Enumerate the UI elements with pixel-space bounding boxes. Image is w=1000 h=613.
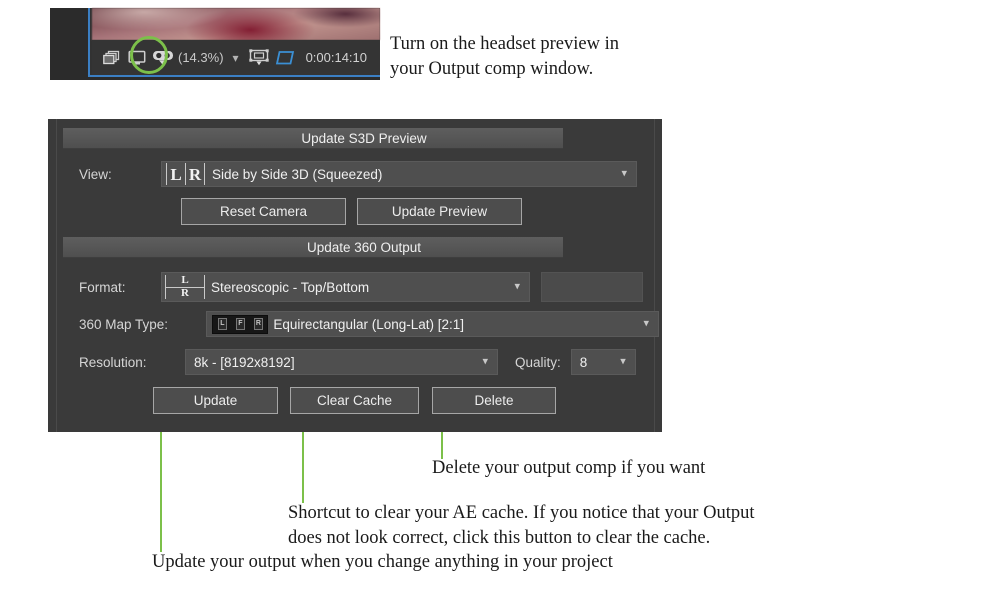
map-icon-cell: F (235, 318, 245, 330)
comp-viewer-toolbar: (14.3%) ▾ 0:00:14:10 (92, 40, 380, 75)
comp-viewer-frame: (14.3%) ▾ 0:00:14:10 (88, 8, 380, 77)
quality-label: Quality: (515, 354, 561, 370)
update-button-label: Update (193, 393, 238, 408)
equirectangular-map-icon: L F R (212, 314, 269, 334)
format-extra-field[interactable] (541, 272, 643, 302)
zoom-level-label: (14.3%) (178, 50, 224, 65)
map-type-row: 360 Map Type: L F R Equirectangular (Lon… (79, 311, 659, 337)
format-dropdown[interactable]: L R Stereoscopic - Top/Bottom ▾ (161, 272, 530, 302)
section-header-s3d: Update S3D Preview (63, 128, 563, 149)
map-type-label: 360 Map Type: (79, 316, 169, 332)
resolution-dropdown-value: 8k - [8192x8192] (194, 354, 295, 370)
delete-button-label: Delete (474, 393, 514, 408)
lr-icon-left-letter: L (170, 164, 182, 184)
headset-preview-icon[interactable] (150, 45, 176, 71)
clear-cache-button-label: Clear Cache (316, 393, 393, 408)
annotation-delete: Delete your output comp if you want (432, 458, 706, 478)
chevron-down-icon: ▾ (643, 317, 649, 330)
view-dropdown[interactable]: L R Side by Side 3D (Squeezed) ▾ (161, 161, 637, 187)
side-by-side-lr-icon: L R (163, 162, 208, 186)
section-header-360-label: Update 360 Output (306, 240, 422, 255)
annotation-update: Update your output when you change anyth… (152, 552, 613, 572)
section-header-s3d-label: Update S3D Preview (301, 131, 427, 146)
resolution-dropdown[interactable]: 8k - [8192x8192] ▾ (185, 349, 498, 375)
update-s3d-preview-panel: Update S3D Preview View: L R Side by Sid… (48, 119, 662, 432)
quality-dropdown[interactable]: 8 ▾ (570, 349, 636, 375)
view-row: View: L R Side by Side 3D (Squeezed) ▾ (79, 161, 659, 187)
map-type-dropdown[interactable]: L F R Equirectangular (Long-Lat) [2:1] ▾ (206, 311, 659, 337)
format-label: Format: (79, 279, 126, 295)
map-icon-cell: L (217, 318, 227, 330)
view-dropdown-value: Side by Side 3D (Squeezed) (212, 166, 383, 182)
snapshot-icon[interactable] (98, 45, 124, 71)
resolution-label: Resolution: (79, 354, 147, 370)
transparency-grid-icon[interactable] (272, 45, 298, 71)
format-dropdown-value: Stereoscopic - Top/Bottom (211, 279, 370, 295)
callout-line-update (160, 411, 162, 552)
timecode-label: 0:00:14:10 (305, 50, 368, 65)
chevron-down-icon: ▾ (482, 355, 488, 368)
map-type-dropdown-value: Equirectangular (Long-Lat) [2:1] (273, 316, 465, 332)
view-label: View: (79, 166, 112, 182)
reset-camera-button[interactable]: Reset Camera (181, 198, 346, 225)
chevron-down-icon: ▾ (514, 280, 520, 293)
quality-dropdown-value: 8 (579, 354, 588, 370)
lr-stack-bottom-letter: R (181, 287, 189, 299)
update-button[interactable]: Update (153, 387, 278, 414)
lr-icon-right-letter: R (188, 164, 202, 184)
map-icon-cell: R (253, 318, 263, 330)
region-of-interest-icon[interactable] (246, 45, 272, 71)
annotation-clear-cache: Shortcut to clear your AE cache. If you … (288, 503, 755, 548)
lr-stack-top-letter: L (181, 274, 189, 286)
reset-camera-label: Reset Camera (219, 204, 308, 219)
top-bottom-lr-icon: L R (162, 274, 208, 300)
chevron-down-icon: ▾ (620, 355, 626, 368)
chevron-down-icon[interactable]: ▾ (233, 52, 239, 64)
annotation-headset-preview: Turn on the headset preview in your Outp… (390, 34, 619, 79)
chevron-down-icon: ▾ (621, 167, 627, 180)
panel-inner: Update S3D Preview View: L R Side by Sid… (56, 119, 659, 432)
update-preview-label: Update Preview (391, 204, 488, 219)
delete-button[interactable]: Delete (432, 387, 556, 414)
monitor-icon[interactable] (124, 45, 150, 71)
section-header-360: Update 360 Output (63, 237, 563, 258)
format-row: Format: L R Stereoscopic - Top/Bottom ▾ (79, 272, 659, 302)
clear-cache-button[interactable]: Clear Cache (290, 387, 419, 414)
resolution-row: Resolution: 8k - [8192x8192] ▾ Quality: … (79, 349, 659, 375)
output-comp-viewer: (14.3%) ▾ 0:00:14:10 (50, 8, 380, 80)
comp-preview-image (92, 8, 380, 40)
update-preview-button[interactable]: Update Preview (357, 198, 522, 225)
